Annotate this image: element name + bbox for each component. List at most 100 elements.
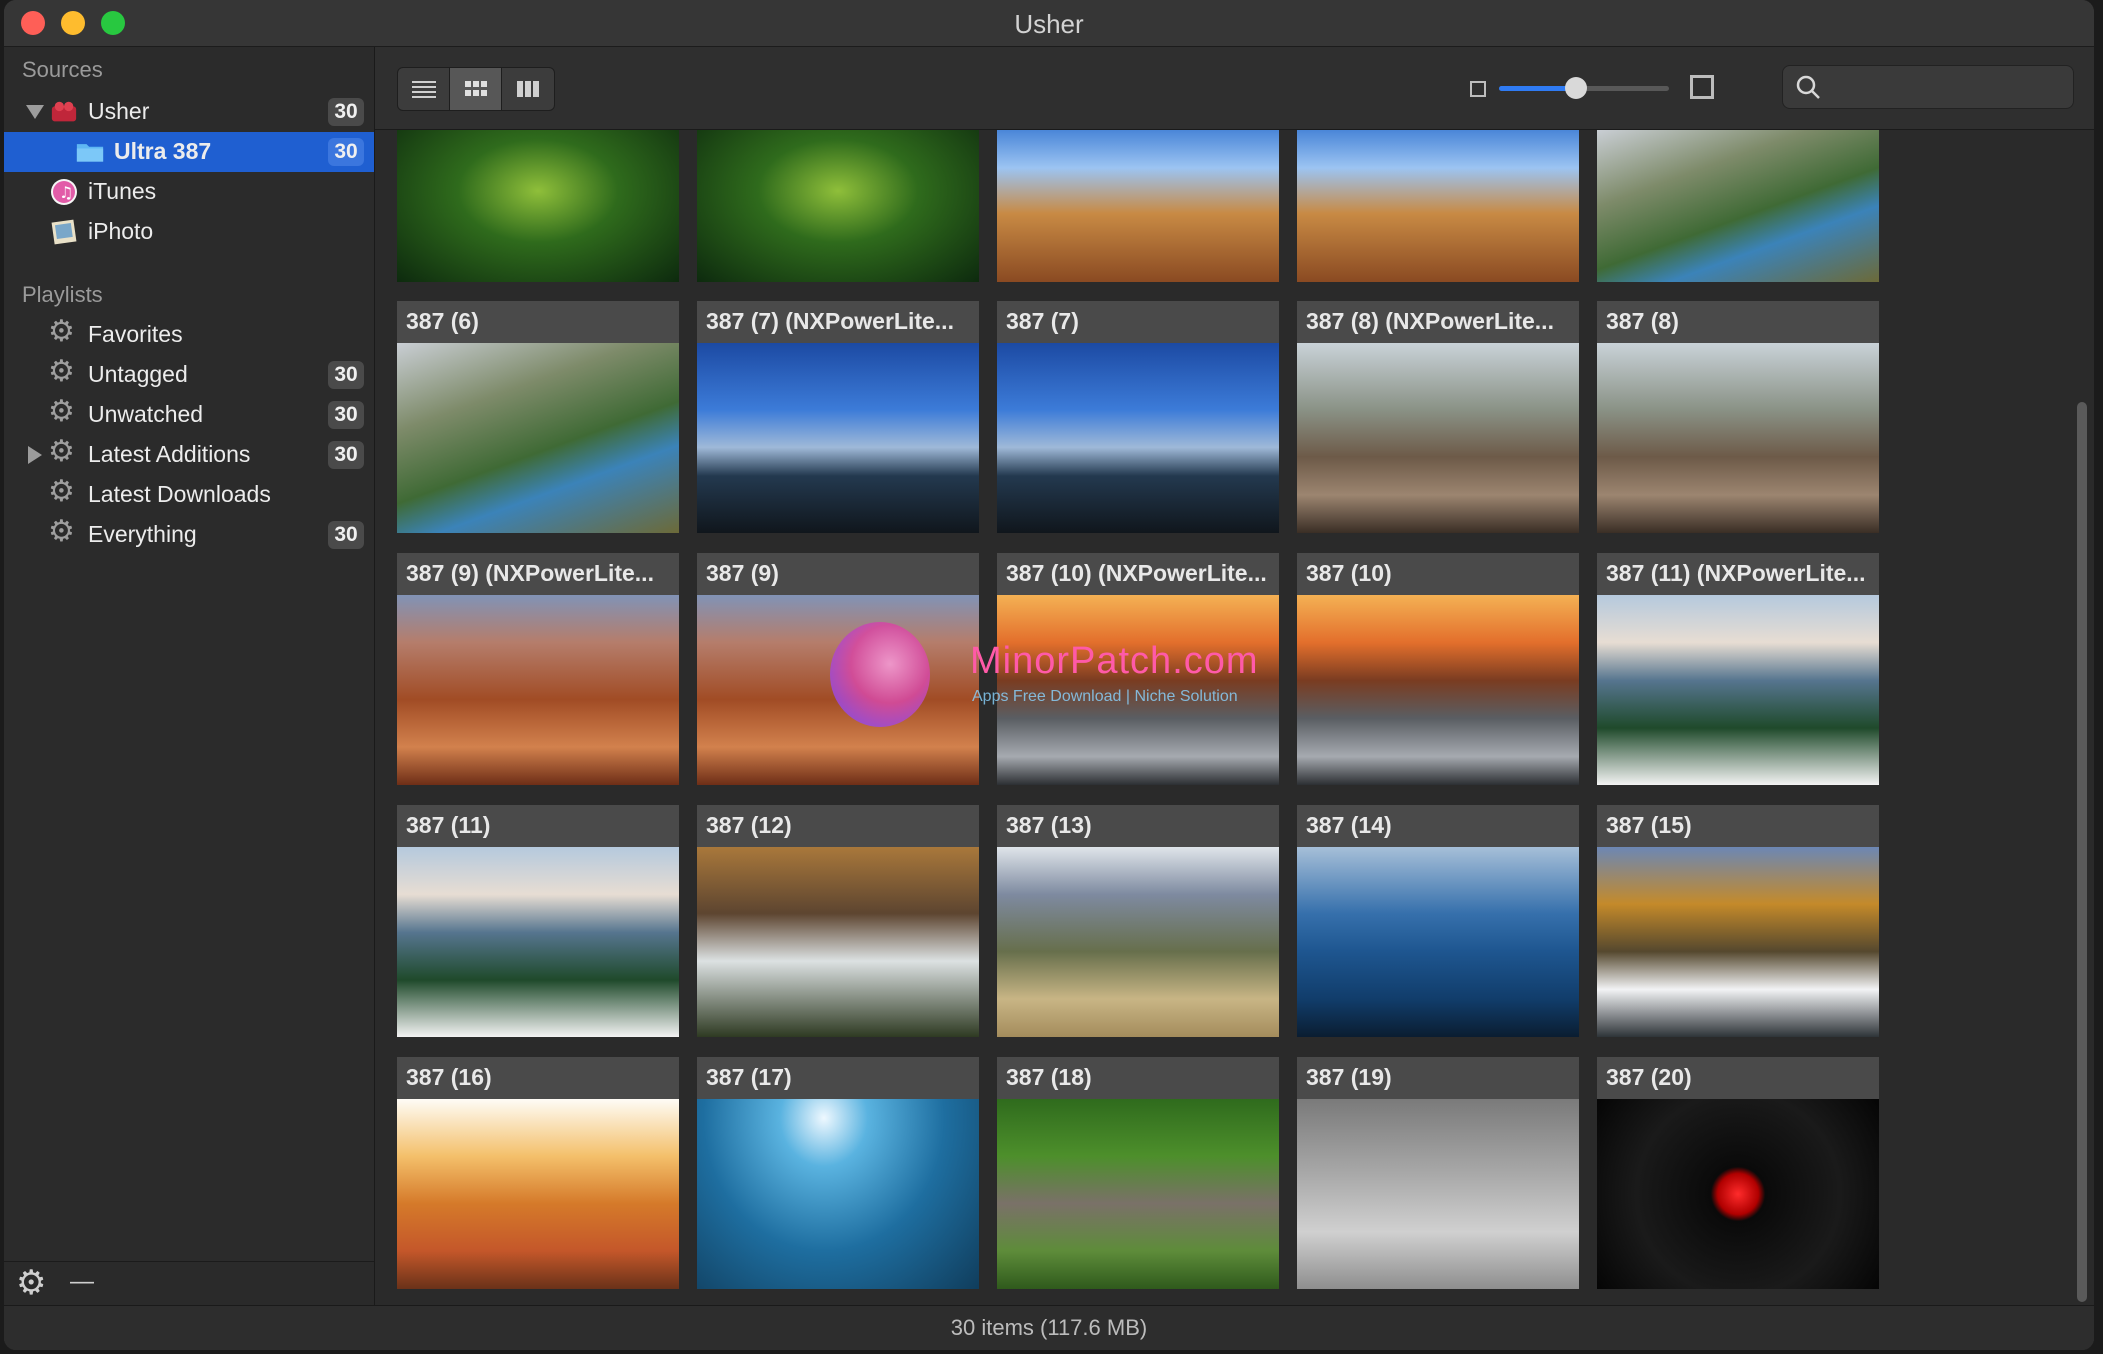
thumbnail-image[interactable]: [1597, 130, 1879, 282]
thumbnail-tile[interactable]: [397, 130, 679, 282]
thumbnail-image[interactable]: [397, 343, 679, 533]
watermark: MinorPatch.com Apps Free Download | Nich…: [830, 622, 1290, 732]
thumbnail-image[interactable]: [697, 343, 979, 533]
vertical-scrollbar[interactable]: [2075, 130, 2089, 1305]
title-bar: Usher: [4, 0, 2094, 47]
sidebar: Sources Usher 30 Ultra 387 30 ♫ iTunes i…: [4, 47, 375, 1308]
sidebar-item-everything[interactable]: ⚙ Everything 30: [4, 515, 374, 555]
sidebar-item-label: Untagged: [88, 361, 188, 387]
thumbnail-tile[interactable]: 387 (6): [397, 301, 679, 533]
gear-icon: ⚙: [48, 395, 75, 428]
thumbnail-tile[interactable]: 387 (13): [997, 805, 1279, 1037]
usher-icon: [51, 101, 77, 122]
thumbnail-image[interactable]: [697, 1099, 979, 1289]
sidebar-item-latest-downloads[interactable]: ⚙ Latest Downloads: [4, 475, 374, 515]
thumbnail-image[interactable]: [1297, 343, 1579, 533]
thumbnail-image[interactable]: [1597, 595, 1879, 785]
column-view-button[interactable]: [501, 67, 555, 111]
thumbnail-tile[interactable]: 387 (18): [997, 1057, 1279, 1289]
thumbnail-image[interactable]: [997, 130, 1279, 282]
thumbnail-tile[interactable]: 387 (8) (NXPowerLite...: [1297, 301, 1579, 533]
sidebar-item-unwatched[interactable]: ⚙ Unwatched 30: [4, 395, 374, 435]
thumbnail-caption: 387 (15): [1597, 805, 1879, 847]
thumbnail-caption: 387 (10) (NXPowerLite...: [997, 553, 1279, 595]
sidebar-item-latest-additions[interactable]: ⚙ Latest Additions 30: [4, 435, 374, 475]
sidebar-item-label: iTunes: [88, 178, 157, 204]
remove-button[interactable]: —: [70, 1268, 94, 1296]
disclosure-triangle-icon[interactable]: [28, 446, 42, 464]
list-view-icon: [412, 81, 436, 98]
thumbnail-tile[interactable]: 387 (11) (NXPowerLite...: [1597, 553, 1879, 785]
thumbnail-caption: 387 (13): [997, 805, 1279, 847]
thumbnail-caption: 387 (9) (NXPowerLite...: [397, 553, 679, 595]
thumbnail-tile[interactable]: 387 (11): [397, 805, 679, 1037]
thumbnail-tile[interactable]: 387 (9) (NXPowerLite...: [397, 553, 679, 785]
zoom-slider[interactable]: [1499, 77, 1669, 99]
thumbnail-image[interactable]: [1597, 847, 1879, 1037]
thumbnail-tile[interactable]: 387 (14): [1297, 805, 1579, 1037]
thumbnail-caption: 387 (17): [697, 1057, 979, 1099]
sources-header: Sources: [22, 57, 103, 82]
count-badge: 30: [328, 521, 364, 549]
thumbnail-tile[interactable]: 387 (7): [997, 301, 1279, 533]
list-view-button[interactable]: [397, 67, 451, 111]
thumbnail-tile[interactable]: 387 (12): [697, 805, 979, 1037]
sidebar-item-usher[interactable]: Usher 30: [4, 92, 374, 132]
thumbnail-image[interactable]: [997, 343, 1279, 533]
sidebar-item-favorites[interactable]: ⚙ Favorites: [4, 315, 374, 355]
thumbnail-tile[interactable]: 387 (16): [397, 1057, 679, 1289]
thumbnail-image[interactable]: [997, 847, 1279, 1037]
zoom-slider-knob[interactable]: [1564, 77, 1587, 99]
thumbnail-image[interactable]: [697, 847, 979, 1037]
thumbnail-image[interactable]: [1297, 1099, 1579, 1289]
thumbnail-tile[interactable]: 387 (8): [1597, 301, 1879, 533]
sidebar-item-ultra-387[interactable]: Ultra 387 30: [4, 132, 374, 172]
thumbnail-image[interactable]: [397, 1099, 679, 1289]
thumbnail-tile[interactable]: 387 (20): [1597, 1057, 1879, 1289]
settings-gear-icon[interactable]: ⚙: [16, 1266, 46, 1300]
zoom-in-icon: [1690, 75, 1714, 99]
thumbnail-tile[interactable]: 387 (17): [697, 1057, 979, 1289]
thumbnail-tile[interactable]: 387 (10): [1297, 553, 1579, 785]
thumbnail-tile[interactable]: 387 (15): [1597, 805, 1879, 1037]
sidebar-item-iphoto[interactable]: iPhoto: [4, 212, 374, 252]
thumbnail-tile[interactable]: 387 (7) (NXPowerLite...: [697, 301, 979, 533]
sidebar-footer: ⚙ —: [4, 1261, 374, 1308]
sidebar-item-label: Latest Downloads: [88, 481, 271, 507]
thumbnail-image[interactable]: [697, 130, 979, 282]
disclosure-triangle-icon[interactable]: [26, 105, 44, 119]
thumbnail-image[interactable]: [1297, 847, 1579, 1037]
thumbnail-image[interactable]: [397, 595, 679, 785]
thumbnail-image[interactable]: [1297, 130, 1579, 282]
grid-view-button[interactable]: [449, 67, 503, 111]
thumbnail-caption: 387 (16): [397, 1057, 679, 1099]
thumbnail-image[interactable]: [1597, 1099, 1879, 1289]
thumbnail-caption: 387 (7) (NXPowerLite...: [697, 301, 979, 343]
playlists-header: Playlists: [22, 282, 103, 307]
thumbnail-tile[interactable]: [1597, 130, 1879, 282]
search-input[interactable]: [1831, 72, 2065, 102]
count-badge: 30: [328, 401, 364, 429]
sidebar-item-untagged[interactable]: ⚙ Untagged 30: [4, 355, 374, 395]
app-window: Usher Sources Usher 30 Ultra 387 30 ♫ iT…: [4, 0, 2094, 1350]
thumbnail-caption: 387 (20): [1597, 1057, 1879, 1099]
sidebar-item-label: Unwatched: [88, 401, 204, 427]
thumbnail-tile[interactable]: 387 (19): [1297, 1057, 1579, 1289]
thumbnail-image[interactable]: [1597, 343, 1879, 533]
thumbnail-image[interactable]: [397, 130, 679, 282]
thumbnail-image[interactable]: [997, 1099, 1279, 1289]
thumbnail-image[interactable]: [397, 847, 679, 1037]
toolbar: [375, 47, 2094, 130]
thumbnail-tile[interactable]: [697, 130, 979, 282]
thumbnail-tile[interactable]: [997, 130, 1279, 282]
thumbnail-caption: 387 (10): [1297, 553, 1579, 595]
scrollbar-thumb[interactable]: [2077, 402, 2087, 1302]
thumbnail-tile[interactable]: [1297, 130, 1579, 282]
thumbnail-image[interactable]: [1297, 595, 1579, 785]
count-badge: 30: [328, 98, 364, 126]
sidebar-item-itunes[interactable]: ♫ iTunes: [4, 172, 374, 212]
search-field[interactable]: [1782, 65, 2074, 109]
thumbnail-caption: 387 (11): [397, 805, 679, 847]
watermark-logo-icon: [830, 622, 930, 727]
count-badge: 30: [328, 361, 364, 389]
